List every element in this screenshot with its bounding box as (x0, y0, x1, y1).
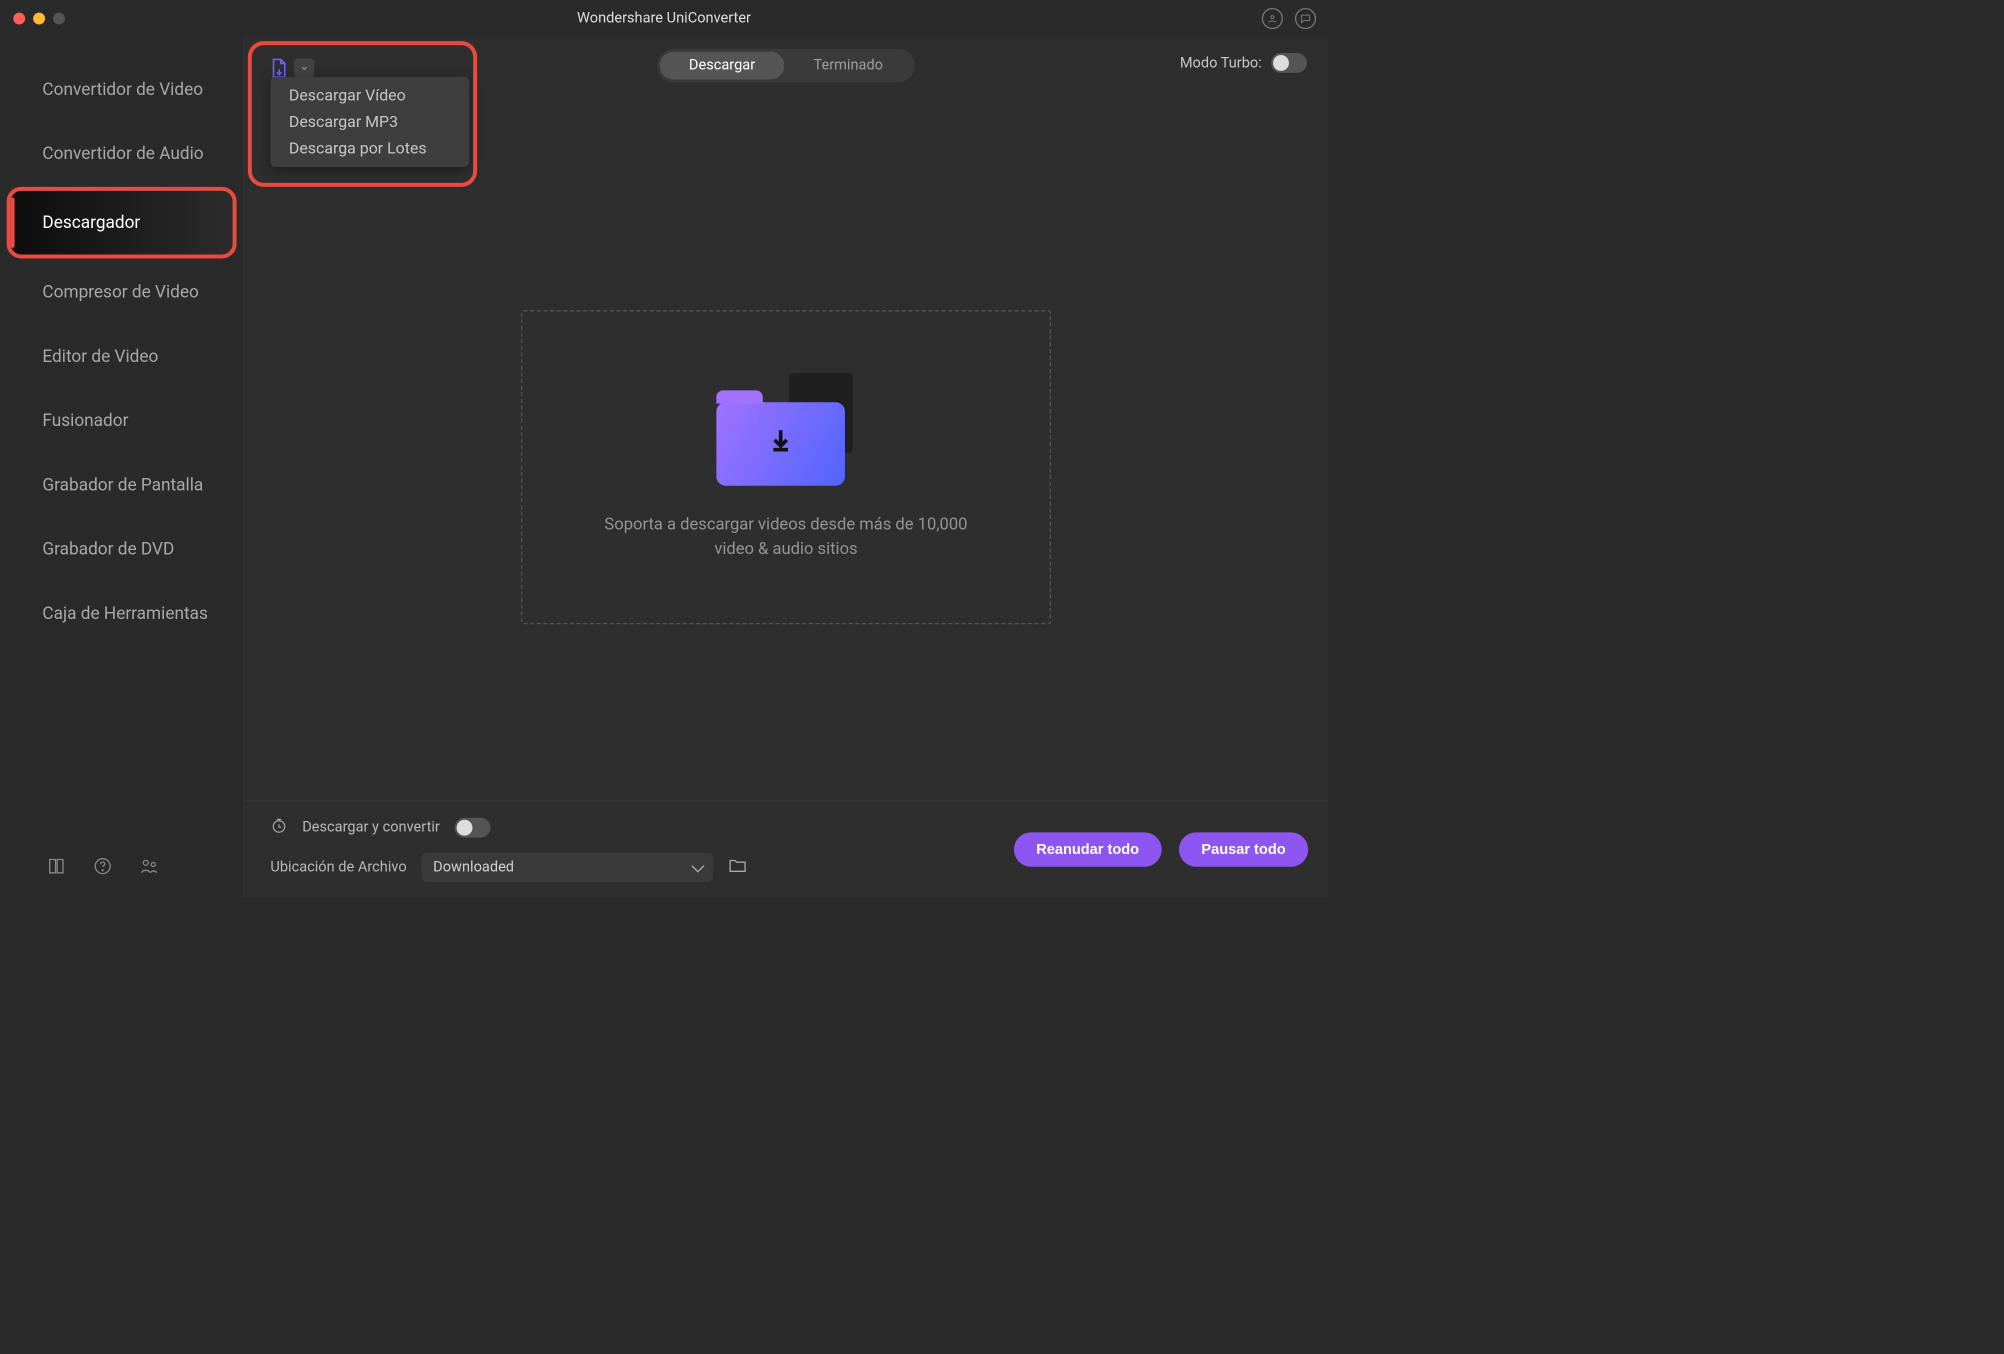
window-minimize-button[interactable] (33, 12, 45, 24)
folder-download-icon (716, 402, 845, 486)
sidebar-item-label: Grabador de DVD (42, 539, 174, 559)
sidebar-item-toolbox[interactable]: Caja de Herramientas (0, 581, 243, 645)
sidebar-item-dvd-burner[interactable]: Grabador de DVD (0, 517, 243, 581)
footer-actions: Reanudar todo Pausar todo (1014, 832, 1308, 866)
turbo-mode: Modo Turbo: (1180, 53, 1307, 73)
pause-all-button[interactable]: Pausar todo (1179, 832, 1308, 866)
tab-label: Descargar (689, 57, 755, 74)
sidebar-item-label: Convertidor de Video (42, 79, 203, 99)
window-maximize-button[interactable] (53, 12, 65, 24)
main-panel: Descargar Vídeo Descargar MP3 Descarga p… (244, 37, 1328, 897)
menu-item-label: Descargar Vídeo (289, 86, 406, 105)
sidebar-item-screen-recorder[interactable]: Grabador de Pantalla (0, 453, 243, 517)
paste-dropdown-toggle[interactable] (294, 58, 314, 78)
app-window: Wondershare UniConverter Convertidor de … (0, 0, 1328, 897)
download-arrow-icon (766, 424, 795, 456)
sidebar-item-audio-converter[interactable]: Convertidor de Audio (0, 121, 243, 185)
sidebar-item-label: Caja de Herramientas (42, 603, 207, 623)
dropzone-illustration (716, 373, 855, 486)
menu-item-batch-download[interactable]: Descarga por Lotes (270, 135, 469, 162)
dropzone-line1: Soporta a descargar videos desde más de … (604, 515, 967, 534)
help-icon[interactable] (93, 856, 113, 879)
sidebar-item-label: Convertidor de Audio (42, 143, 203, 163)
footer-bar: Descargar y convertir Ubicación de Archi… (244, 801, 1328, 898)
menu-item-label: Descargar MP3 (289, 113, 398, 132)
turbo-toggle[interactable] (1271, 53, 1307, 73)
file-location-label: Ubicación de Archivo (270, 859, 406, 876)
file-location-row: Ubicación de Archivo Downloaded (270, 853, 1000, 882)
sidebar-nav: Convertidor de Video Convertidor de Audi… (0, 37, 243, 838)
turbo-label: Modo Turbo: (1180, 55, 1262, 72)
sidebar: Convertidor de Video Convertidor de Audi… (0, 37, 244, 897)
app-title: Wondershare UniConverter (11, 10, 1318, 27)
sidebar-item-video-editor[interactable]: Editor de Video (0, 324, 243, 388)
file-location-value: Downloaded (433, 859, 514, 876)
schedule-icon[interactable] (270, 817, 287, 838)
sidebar-item-video-compressor[interactable]: Compresor de Video (0, 260, 243, 324)
open-folder-button[interactable] (727, 855, 747, 879)
download-type-menu: Descargar Vídeo Descargar MP3 Descarga p… (270, 77, 469, 167)
sidebar-footer (0, 838, 243, 898)
window-close-button[interactable] (13, 12, 25, 24)
sidebar-item-video-converter[interactable]: Convertidor de Video (0, 57, 243, 121)
menu-item-download-mp3[interactable]: Descargar MP3 (270, 109, 469, 136)
window-controls (13, 12, 65, 24)
guide-icon[interactable] (46, 856, 66, 879)
tab-label: Terminado (813, 57, 883, 74)
titlebar: Wondershare UniConverter (0, 0, 1328, 37)
download-convert-label: Descargar y convertir (302, 819, 440, 836)
sidebar-item-label: Fusionador (42, 411, 128, 431)
sidebar-item-merger[interactable]: Fusionador (0, 388, 243, 452)
button-label: Pausar todo (1201, 841, 1285, 858)
sidebar-item-label: Descargador (42, 213, 140, 233)
dropzone-area: Soporta a descargar videos desde más de … (244, 94, 1328, 800)
menu-item-download-video[interactable]: Descargar Vídeo (270, 82, 469, 109)
dropzone-text: Soporta a descargar videos desde más de … (604, 512, 967, 562)
account-icon[interactable] (1262, 8, 1283, 29)
button-label: Reanudar todo (1036, 841, 1139, 858)
community-icon[interactable] (139, 856, 159, 879)
feedback-icon[interactable] (1295, 8, 1316, 29)
toolbar: Descargar Vídeo Descargar MP3 Descarga p… (244, 37, 1328, 94)
resume-all-button[interactable]: Reanudar todo (1014, 832, 1162, 866)
download-tabs: Descargar Terminado (657, 49, 915, 82)
download-convert-toggle[interactable] (454, 817, 490, 837)
file-location-select[interactable]: Downloaded (421, 853, 713, 882)
menu-item-label: Descarga por Lotes (289, 139, 427, 158)
dropzone-line2: video & audio sitios (714, 539, 857, 558)
sidebar-item-label: Compresor de Video (42, 282, 198, 302)
tab-downloading[interactable]: Descargar (660, 52, 785, 80)
sidebar-item-label: Grabador de Pantalla (42, 475, 203, 495)
sidebar-item-downloader[interactable]: Descargador (7, 187, 237, 259)
tab-finished[interactable]: Terminado (784, 52, 912, 80)
footer-options: Descargar y convertir Ubicación de Archi… (270, 817, 1000, 882)
sidebar-item-label: Editor de Video (42, 346, 158, 366)
dropzone[interactable]: Soporta a descargar videos desde más de … (521, 310, 1051, 624)
download-convert-row: Descargar y convertir (270, 817, 1000, 838)
header-icons (1262, 8, 1316, 29)
